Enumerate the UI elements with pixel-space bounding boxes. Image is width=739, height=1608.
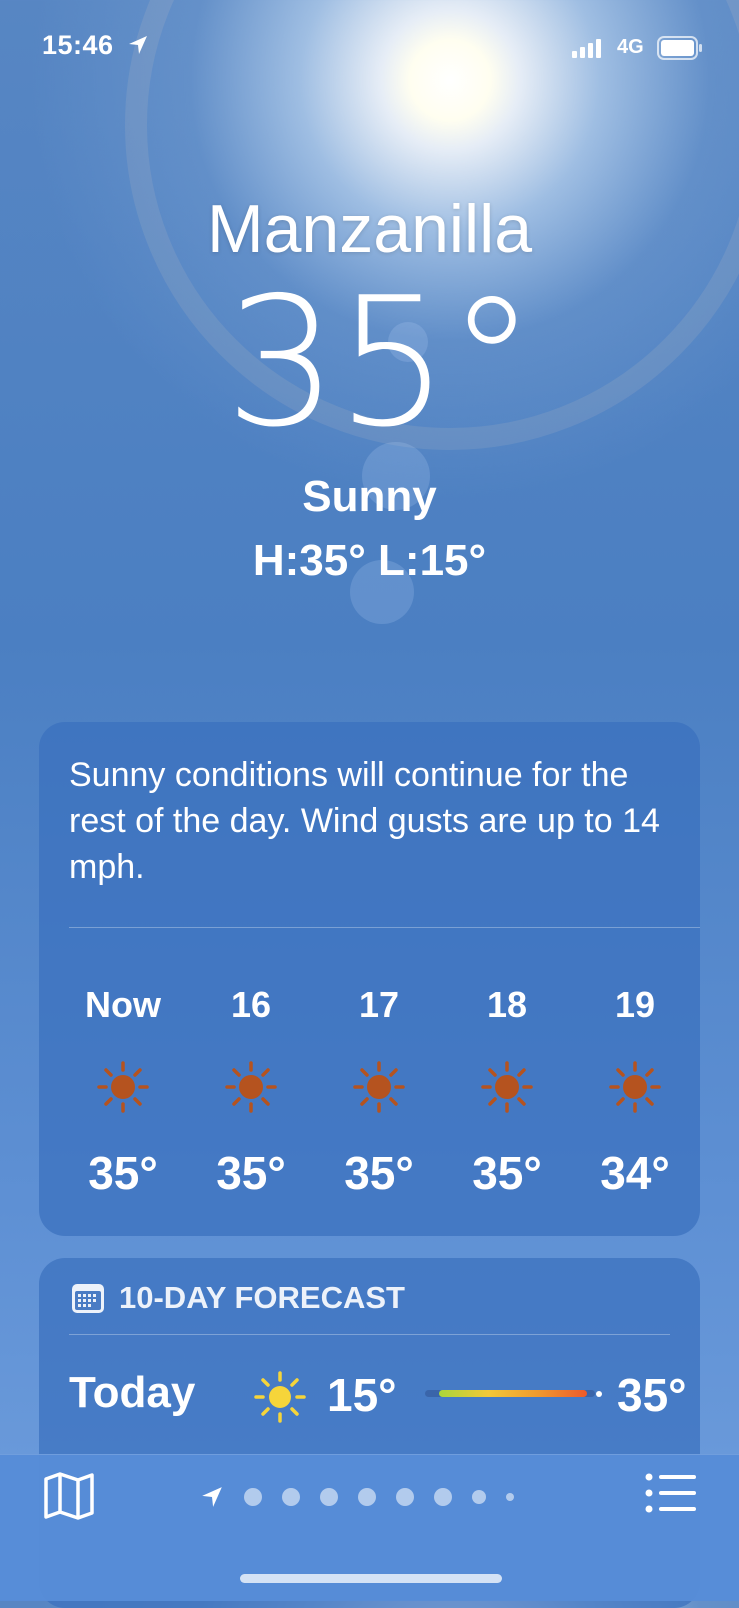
hour-item: 16 35° <box>187 984 315 1200</box>
page-dot[interactable] <box>396 1488 414 1506</box>
network-type: 4G <box>617 36 644 58</box>
current-weather: Manzanilla 35° Sunny H:35° L:15° <box>0 190 739 586</box>
sun-icon <box>315 1060 443 1113</box>
high-low: H:35° L:15° <box>252 536 487 585</box>
hour-label: 19 <box>614 984 656 1025</box>
forecast-header: 10-DAY FORECAST <box>71 1280 405 1316</box>
calendar-icon <box>71 1282 105 1314</box>
hour-label: 16 <box>230 984 272 1025</box>
page-dot[interactable] <box>282 1488 300 1506</box>
page-dot[interactable] <box>320 1488 338 1506</box>
map-icon[interactable] <box>43 1471 95 1526</box>
hour-temperature: 35° <box>88 1147 158 1199</box>
home-indicator[interactable] <box>240 1574 502 1583</box>
forecast-low: 15° <box>327 1369 397 1421</box>
forecast-day-label: Today <box>69 1368 196 1417</box>
hour-temperature: 35° <box>472 1147 542 1199</box>
hourly-forecast-card[interactable]: Sunny conditions will continue for the r… <box>39 722 700 1236</box>
hour-item: 19 34° <box>571 984 699 1200</box>
list-icon[interactable] <box>645 1473 697 1518</box>
hour-item: 18 35° <box>443 984 571 1200</box>
sun-icon <box>253 1370 307 1429</box>
sun-icon <box>443 1060 571 1113</box>
forecast-title: 10-DAY FORECAST <box>119 1280 405 1315</box>
current-temperature-dot <box>596 1391 602 1397</box>
forecast-day-row[interactable]: Today 15° 35° <box>69 1368 687 1429</box>
hour-temperature: 34° <box>600 1147 670 1199</box>
temperature-range-fill <box>439 1390 587 1397</box>
hourly-list[interactable]: Now 35° 16 35° 17 35° 18 35° 19 34° <box>59 984 699 1200</box>
location-arrow-icon <box>200 1485 224 1509</box>
hour-label: 18 <box>486 984 528 1025</box>
hour-label: 17 <box>358 984 400 1025</box>
page-dot[interactable] <box>472 1490 486 1504</box>
temperature-range-bar <box>425 1390 595 1397</box>
page-dot[interactable] <box>434 1488 452 1506</box>
battery-icon <box>657 36 703 65</box>
status-time: 15:46 <box>42 30 114 60</box>
sun-icon <box>59 1060 187 1113</box>
forecast-high: 35° <box>617 1369 687 1421</box>
page-dot[interactable] <box>244 1488 262 1506</box>
hour-item: 17 35° <box>315 984 443 1200</box>
page-dot[interactable] <box>358 1488 376 1506</box>
location-arrow-icon <box>127 34 149 61</box>
sun-icon <box>187 1060 315 1113</box>
page-dot[interactable] <box>506 1493 514 1501</box>
city-name: Manzanilla <box>206 191 533 267</box>
hour-item: Now 35° <box>59 984 187 1200</box>
sun-icon <box>571 1060 699 1113</box>
hour-temperature: 35° <box>216 1147 286 1199</box>
current-condition: Sunny <box>302 472 437 521</box>
divider <box>69 927 700 928</box>
weather-summary: Sunny conditions will continue for the r… <box>69 756 660 886</box>
page-indicator[interactable] <box>200 1485 534 1509</box>
cellular-signal-icon <box>572 38 604 58</box>
hour-label: Now <box>85 984 161 1025</box>
hour-temperature: 35° <box>344 1147 414 1199</box>
status-bar: 15:46 4G <box>0 0 739 94</box>
current-temperature: 35° <box>224 259 537 466</box>
divider <box>69 1334 670 1335</box>
